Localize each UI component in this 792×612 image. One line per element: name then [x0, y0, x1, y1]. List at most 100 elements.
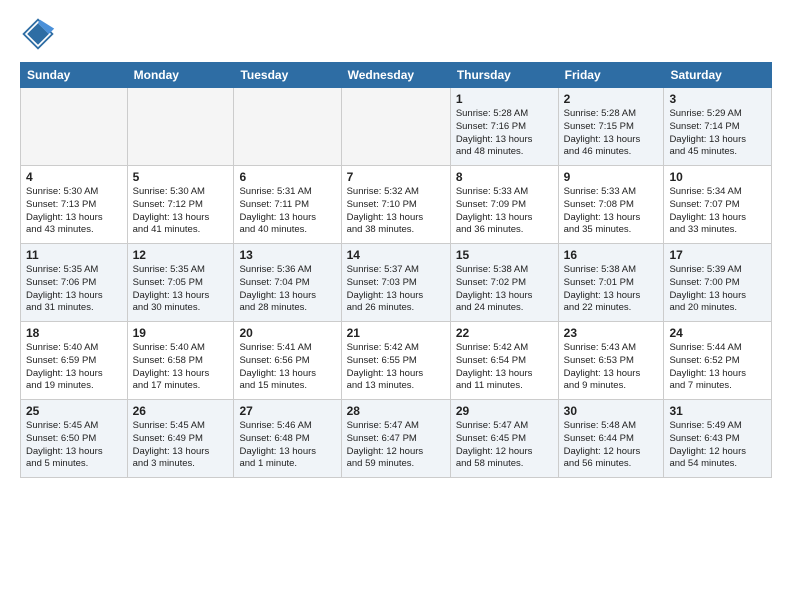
calendar-cell: 21 Sunrise: 5:42 AM Sunset: 6:55 PM Dayli…: [341, 322, 450, 400]
day-info: Sunrise: 5:35 AM Sunset: 7:05 PM Dayligh…: [133, 264, 229, 315]
day-info: Sunrise: 5:43 AM Sunset: 6:53 PM Dayligh…: [564, 342, 659, 393]
day-info: Sunrise: 5:38 AM Sunset: 7:01 PM Dayligh…: [564, 264, 659, 315]
calendar-cell: 28 Sunrise: 5:47 AM Sunset: 6:47 PM Dayli…: [341, 400, 450, 478]
day-number: 3: [669, 92, 766, 106]
calendar-cell: 12 Sunrise: 5:35 AM Sunset: 7:05 PM Dayli…: [127, 244, 234, 322]
col-header-sunday: Sunday: [21, 63, 128, 88]
calendar-table: SundayMondayTuesdayWednesdayThursdayFrid…: [20, 62, 772, 478]
calendar-cell: [234, 88, 341, 166]
day-info: Sunrise: 5:40 AM Sunset: 6:59 PM Dayligh…: [26, 342, 122, 393]
day-info: Sunrise: 5:30 AM Sunset: 7:12 PM Dayligh…: [133, 186, 229, 237]
calendar-cell: 16Sunrise: 5:38 AM Sunset: 7:01 PM Dayli…: [558, 244, 664, 322]
calendar-cell: 2 Sunrise: 5:28 AM Sunset: 7:15 PM Daylig…: [558, 88, 664, 166]
calendar-cell: 6 Sunrise: 5:31 AM Sunset: 7:11 PM Daylig…: [234, 166, 341, 244]
day-info: Sunrise: 5:42 AM Sunset: 6:54 PM Dayligh…: [456, 342, 553, 393]
day-info: Sunrise: 5:49 AM Sunset: 6:43 PM Dayligh…: [669, 420, 766, 471]
calendar-cell: [127, 88, 234, 166]
calendar-cell: 8 Sunrise: 5:33 AM Sunset: 7:09 PM Daylig…: [450, 166, 558, 244]
day-number: 12: [133, 248, 229, 262]
day-number: 13: [239, 248, 335, 262]
calendar-cell: 26 Sunrise: 5:45 AM Sunset: 6:49 PM Dayli…: [127, 400, 234, 478]
day-info: Sunrise: 5:35 AM Sunset: 7:06 PM Dayligh…: [26, 264, 122, 315]
day-number: 20: [239, 326, 335, 340]
calendar-cell: 11 Sunrise: 5:35 AM Sunset: 7:06 PM Dayli…: [21, 244, 128, 322]
day-number: 11: [26, 248, 122, 262]
calendar-cell: [341, 88, 450, 166]
day-number: 27: [239, 404, 335, 418]
calendar-cell: 7 Sunrise: 5:32 AM Sunset: 7:10 PM Daylig…: [341, 166, 450, 244]
day-number: 30: [564, 404, 659, 418]
calendar-cell: 29 Sunrise: 5:47 AM Sunset: 6:45 PM Dayli…: [450, 400, 558, 478]
calendar-cell: 10Sunrise: 5:34 AM Sunset: 7:07 PM Dayli…: [664, 166, 772, 244]
calendar-cell: 3 Sunrise: 5:29 AM Sunset: 7:14 PM Daylig…: [664, 88, 772, 166]
day-number: 29: [456, 404, 553, 418]
calendar-header-row: SundayMondayTuesdayWednesdayThursdayFrid…: [21, 63, 772, 88]
calendar-cell: 14Sunrise: 5:37 AM Sunset: 7:03 PM Dayli…: [341, 244, 450, 322]
day-number: 31: [669, 404, 766, 418]
day-info: Sunrise: 5:28 AM Sunset: 7:16 PM Dayligh…: [456, 108, 553, 159]
day-info: Sunrise: 5:34 AM Sunset: 7:07 PM Dayligh…: [669, 186, 766, 237]
col-header-tuesday: Tuesday: [234, 63, 341, 88]
calendar-cell: 9 Sunrise: 5:33 AM Sunset: 7:08 PM Daylig…: [558, 166, 664, 244]
day-info: Sunrise: 5:42 AM Sunset: 6:55 PM Dayligh…: [347, 342, 445, 393]
day-info: Sunrise: 5:44 AM Sunset: 6:52 PM Dayligh…: [669, 342, 766, 393]
day-number: 4: [26, 170, 122, 184]
calendar-cell: 27 Sunrise: 5:46 AM Sunset: 6:48 PM Dayli…: [234, 400, 341, 478]
calendar-cell: 31 Sunrise: 5:49 AM Sunset: 6:43 PM Dayli…: [664, 400, 772, 478]
calendar-cell: 17 Sunrise: 5:39 AM Sunset: 7:00 PM Dayli…: [664, 244, 772, 322]
col-header-saturday: Saturday: [664, 63, 772, 88]
day-info: Sunrise: 5:40 AM Sunset: 6:58 PM Dayligh…: [133, 342, 229, 393]
day-number: 15: [456, 248, 553, 262]
day-info: Sunrise: 5:41 AM Sunset: 6:56 PM Dayligh…: [239, 342, 335, 393]
day-info: Sunrise: 5:39 AM Sunset: 7:00 PM Dayligh…: [669, 264, 766, 315]
calendar-cell: [21, 88, 128, 166]
calendar-cell: 18Sunrise: 5:40 AM Sunset: 6:59 PM Dayli…: [21, 322, 128, 400]
calendar-cell: 15 Sunrise: 5:38 AM Sunset: 7:02 PM Dayli…: [450, 244, 558, 322]
calendar-cell: 25Sunrise: 5:45 AM Sunset: 6:50 PM Dayli…: [21, 400, 128, 478]
calendar-cell: 20 Sunrise: 5:41 AM Sunset: 6:56 PM Dayli…: [234, 322, 341, 400]
day-info: Sunrise: 5:38 AM Sunset: 7:02 PM Dayligh…: [456, 264, 553, 315]
day-number: 17: [669, 248, 766, 262]
day-info: Sunrise: 5:36 AM Sunset: 7:04 PM Dayligh…: [239, 264, 335, 315]
day-number: 7: [347, 170, 445, 184]
day-info: Sunrise: 5:46 AM Sunset: 6:48 PM Dayligh…: [239, 420, 335, 471]
day-info: Sunrise: 5:47 AM Sunset: 6:47 PM Dayligh…: [347, 420, 445, 471]
day-info: Sunrise: 5:29 AM Sunset: 7:14 PM Dayligh…: [669, 108, 766, 159]
day-info: Sunrise: 5:28 AM Sunset: 7:15 PM Dayligh…: [564, 108, 659, 159]
day-info: Sunrise: 5:33 AM Sunset: 7:08 PM Dayligh…: [564, 186, 659, 237]
calendar-cell: 5 Sunrise: 5:30 AM Sunset: 7:12 PM Daylig…: [127, 166, 234, 244]
calendar-week-row: 1 Sunrise: 5:28 AM Sunset: 7:16 PM Daylig…: [21, 88, 772, 166]
col-header-thursday: Thursday: [450, 63, 558, 88]
calendar-cell: 22Sunrise: 5:42 AM Sunset: 6:54 PM Dayli…: [450, 322, 558, 400]
day-number: 21: [347, 326, 445, 340]
day-info: Sunrise: 5:31 AM Sunset: 7:11 PM Dayligh…: [239, 186, 335, 237]
calendar-week-row: 18Sunrise: 5:40 AM Sunset: 6:59 PM Dayli…: [21, 322, 772, 400]
col-header-wednesday: Wednesday: [341, 63, 450, 88]
day-info: Sunrise: 5:45 AM Sunset: 6:49 PM Dayligh…: [133, 420, 229, 471]
calendar-cell: 23Sunrise: 5:43 AM Sunset: 6:53 PM Dayli…: [558, 322, 664, 400]
day-number: 1: [456, 92, 553, 106]
logo: [20, 16, 60, 52]
day-number: 19: [133, 326, 229, 340]
day-number: 26: [133, 404, 229, 418]
day-number: 5: [133, 170, 229, 184]
day-info: Sunrise: 5:37 AM Sunset: 7:03 PM Dayligh…: [347, 264, 445, 315]
day-info: Sunrise: 5:47 AM Sunset: 6:45 PM Dayligh…: [456, 420, 553, 471]
day-number: 24: [669, 326, 766, 340]
day-info: Sunrise: 5:33 AM Sunset: 7:09 PM Dayligh…: [456, 186, 553, 237]
day-number: 2: [564, 92, 659, 106]
day-number: 8: [456, 170, 553, 184]
day-info: Sunrise: 5:32 AM Sunset: 7:10 PM Dayligh…: [347, 186, 445, 237]
calendar-week-row: 4Sunrise: 5:30 AM Sunset: 7:13 PM Daylig…: [21, 166, 772, 244]
col-header-friday: Friday: [558, 63, 664, 88]
calendar-cell: 19 Sunrise: 5:40 AM Sunset: 6:58 PM Dayli…: [127, 322, 234, 400]
col-header-monday: Monday: [127, 63, 234, 88]
header: [20, 16, 772, 52]
day-number: 28: [347, 404, 445, 418]
calendar-cell: 4Sunrise: 5:30 AM Sunset: 7:13 PM Daylig…: [21, 166, 128, 244]
day-info: Sunrise: 5:48 AM Sunset: 6:44 PM Dayligh…: [564, 420, 659, 471]
calendar-cell: 13 Sunrise: 5:36 AM Sunset: 7:04 PM Dayli…: [234, 244, 341, 322]
calendar-cell: 24 Sunrise: 5:44 AM Sunset: 6:52 PM Dayli…: [664, 322, 772, 400]
day-number: 6: [239, 170, 335, 184]
day-number: 9: [564, 170, 659, 184]
